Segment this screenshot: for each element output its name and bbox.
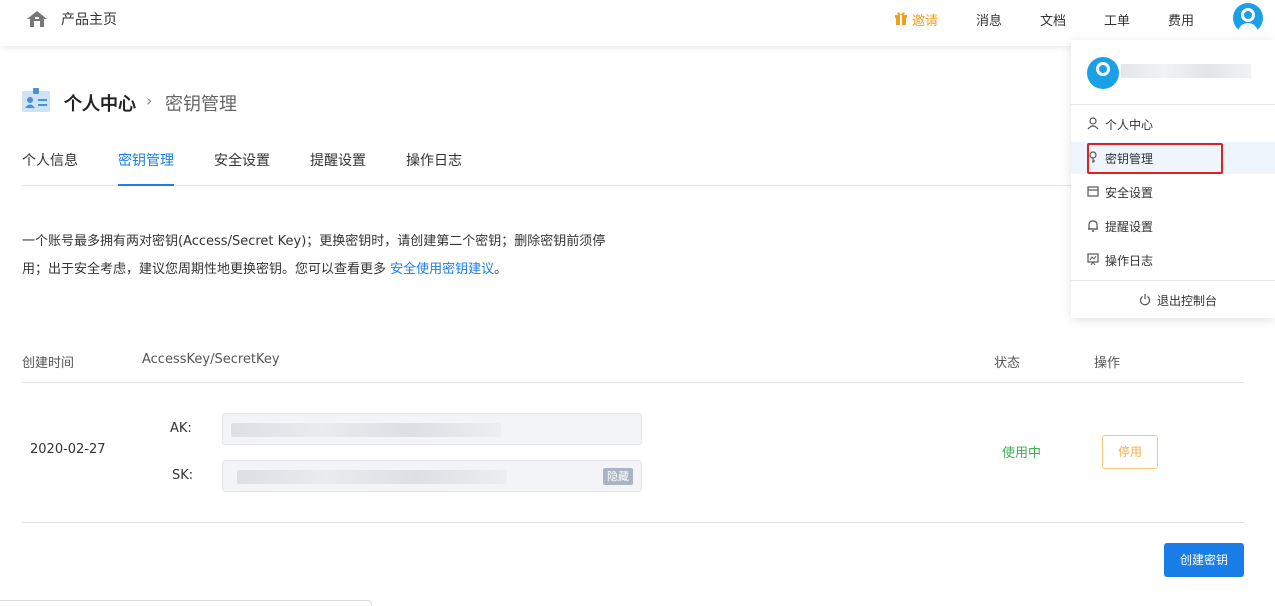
ak-label: AK: (170, 421, 192, 436)
docs-link[interactable]: 文档 (1040, 10, 1066, 29)
tab-security[interactable]: 安全设置 (214, 150, 270, 186)
disable-key-button[interactable]: 停用 (1102, 435, 1158, 469)
tab-operation-log[interactable]: 操作日志 (406, 150, 462, 186)
avatar-head-shape (1096, 62, 1110, 76)
billing-link[interactable]: 费用 (1168, 10, 1194, 29)
status-badge: 使用中 (1002, 446, 1042, 461)
card-icon (1087, 186, 1099, 197)
logout-label: 退出控制台 (1157, 294, 1218, 308)
menu-item-label: 个人中心 (1105, 118, 1154, 132)
menu-item-operation-log[interactable]: 操作日志 (1071, 244, 1275, 276)
page-title: 个人中心 (64, 94, 136, 115)
dropdown-user-header (1071, 40, 1275, 105)
tickets-link[interactable]: 工单 (1104, 10, 1130, 29)
tab-profile[interactable]: 个人信息 (22, 150, 78, 186)
menu-item-label: 操作日志 (1105, 254, 1154, 268)
column-created: 创建时间 (22, 356, 75, 371)
description-line-1: 一个账号最多拥有两对密钥(Access/Secret Key)；更换密钥时，请创… (22, 234, 606, 249)
highlight-box (1087, 143, 1223, 174)
tab-reminders[interactable]: 提醒设置 (310, 150, 366, 186)
key-description: 一个账号最多拥有两对密钥(Access/Secret Key)；更换密钥时，请创… (22, 228, 662, 284)
description-text: 用；出于安全考虑，建议您周期性地更换密钥。您可以查看更多 (22, 262, 391, 277)
create-key-button[interactable]: 创建密钥 (1164, 543, 1244, 577)
menu-item-security[interactable]: 安全设置 (1071, 176, 1275, 208)
user-avatar[interactable] (1233, 3, 1263, 33)
avatar-head-shape (1241, 8, 1255, 22)
user-icon (1087, 117, 1099, 130)
created-date: 2020-02-27 (30, 442, 106, 457)
access-key-redacted (231, 423, 501, 437)
column-status: 状态 (994, 356, 1021, 371)
username-redacted (1121, 64, 1251, 78)
secret-key-field[interactable]: 隐藏 (222, 460, 642, 492)
log-icon (1087, 253, 1099, 266)
gift-icon (895, 12, 907, 25)
avatar-body-shape (1238, 23, 1258, 33)
breadcrumb-current: 密钥管理 (165, 94, 237, 115)
bottom-panel-edge (0, 600, 372, 606)
breadcrumb-separator: › (146, 91, 153, 110)
menu-item-label: 提醒设置 (1105, 220, 1154, 234)
access-key-field[interactable] (222, 413, 642, 445)
logout-button[interactable]: 退出控制台 (1071, 280, 1275, 318)
invite-link[interactable]: 邀请 (912, 10, 938, 29)
column-actions: 操作 (1094, 356, 1121, 371)
dropdown-avatar (1087, 57, 1119, 89)
column-keys: AccessKey/SecretKey (142, 352, 280, 367)
table-header: 创建时间 AccessKey/SecretKey 状态 操作 (22, 345, 1244, 383)
tab-bar: 个人信息 密钥管理 安全设置 提醒设置 操作日志 (22, 150, 1244, 186)
power-icon (1139, 294, 1151, 306)
description-end: 。 (494, 262, 508, 277)
secret-key-redacted (237, 470, 507, 484)
description-line-2: 用；出于安全考虑，建议您周期性地更换密钥。您可以查看更多 安全使用密钥建议。 (22, 256, 662, 284)
table-row: 2020-02-27 AK: SK: 隐藏 使用中 停用 (22, 383, 1244, 523)
bell-icon (1088, 220, 1098, 232)
tab-key-management[interactable]: 密钥管理 (118, 150, 174, 186)
hide-secret-button[interactable]: 隐藏 (603, 468, 633, 485)
menu-item-reminders[interactable]: 提醒设置 (1071, 210, 1275, 242)
menu-item-label: 安全设置 (1105, 186, 1154, 200)
home-icon[interactable] (26, 10, 48, 28)
messages-link[interactable]: 消息 (976, 10, 1002, 29)
menu-item-profile[interactable]: 个人中心 (1071, 108, 1275, 140)
id-card-icon (22, 88, 50, 112)
sk-label: SK: (172, 468, 194, 483)
product-home-link[interactable]: 产品主页 (61, 9, 117, 29)
user-dropdown-menu: 个人中心 密钥管理 安全设置 提醒设置 操作日志 退出控制台 (1071, 40, 1275, 318)
security-advice-link[interactable]: 安全使用密钥建议 (390, 262, 494, 277)
